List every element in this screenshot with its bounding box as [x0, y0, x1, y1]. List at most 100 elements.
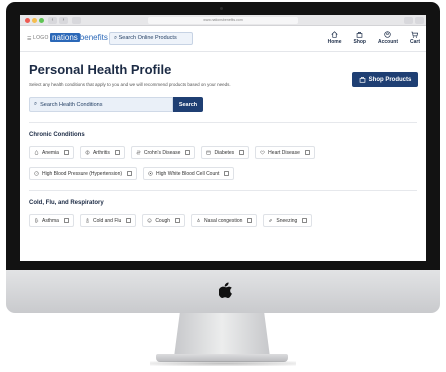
share-icon[interactable]	[404, 17, 413, 24]
condition-row: Asthma Cold and Flu Cough Nasal congesti…	[29, 214, 417, 227]
condition-row: Anemia Arthritis Crohn's Disease Diabete…	[29, 146, 417, 159]
checkbox[interactable]	[247, 218, 253, 223]
menu-icon[interactable]: ☰	[27, 36, 31, 42]
condition-cough[interactable]: Cough	[142, 214, 186, 227]
monitor-screen: ‹ › www.nationsbenefits.com ☰ LOGO natio…	[20, 15, 426, 261]
address-bar[interactable]: www.nationsbenefits.com	[148, 17, 298, 24]
condition-row: High Blood Pressure (Hypertension) High …	[29, 167, 417, 180]
checkbox[interactable]	[114, 150, 120, 155]
divider	[29, 122, 417, 123]
nav-shop[interactable]: Shop	[353, 31, 366, 45]
sidebar-icon[interactable]	[72, 17, 81, 24]
condition-search: ⌕ Search Health Conditions Search	[29, 97, 417, 112]
checkbox[interactable]	[127, 171, 133, 176]
intestine-icon	[136, 150, 141, 155]
condition-heart-disease[interactable]: Heart Disease	[255, 146, 315, 159]
condition-crohns[interactable]: Crohn's Disease	[130, 146, 196, 159]
apple-logo-icon	[219, 282, 232, 298]
thermometer-icon	[86, 218, 89, 223]
section-title-respiratory: Cold, Flu, and Respiratory	[29, 200, 104, 206]
search-icon: ⌕	[34, 101, 38, 107]
cart-icon	[411, 31, 419, 38]
checkbox[interactable]	[126, 218, 132, 223]
close-window-button[interactable]	[25, 18, 30, 23]
back-icon[interactable]: ‹	[48, 17, 57, 24]
condition-diabetes[interactable]: Diabetes	[201, 146, 250, 159]
condition-label: Crohn's Disease	[143, 149, 181, 156]
gauge-icon	[34, 171, 39, 176]
checkbox[interactable]	[302, 218, 308, 223]
browser-toolbar: ‹ › www.nationsbenefits.com	[20, 15, 426, 26]
inhaler-icon	[35, 218, 39, 223]
shop-products-label: Shop Products	[368, 76, 412, 83]
forward-icon[interactable]: ›	[59, 17, 68, 24]
condition-label: High White Blood Cell Count	[156, 170, 220, 177]
brand-logo[interactable]: nations benefits	[50, 33, 108, 42]
condition-high-blood-pressure[interactable]: High Blood Pressure (Hypertension)	[29, 167, 138, 180]
nav-home-label: Home	[327, 39, 342, 45]
bag-icon	[359, 77, 365, 83]
condition-cold-flu[interactable]: Cold and Flu	[79, 214, 137, 227]
checkbox[interactable]	[185, 150, 191, 155]
health-profile-main: Personal Health Profile Select any healt…	[20, 62, 426, 227]
cough-icon	[147, 218, 152, 223]
condition-arthritis[interactable]: Arthritis	[79, 146, 125, 159]
checkbox[interactable]	[224, 171, 230, 176]
sneeze-icon	[269, 218, 273, 223]
search-icon: ⌕	[114, 35, 118, 41]
logo-placeholder[interactable]: LOGO	[33, 35, 49, 41]
tabs-icon[interactable]	[415, 17, 424, 24]
condition-anemia[interactable]: Anemia	[29, 146, 74, 159]
nose-icon	[197, 218, 200, 223]
bag-icon	[356, 32, 363, 38]
checkbox[interactable]	[175, 218, 181, 223]
stand-shadow	[150, 361, 296, 366]
condition-label: Asthma	[42, 217, 59, 224]
heart-icon	[260, 150, 265, 155]
search-health-conditions-input[interactable]: ⌕ Search Health Conditions	[29, 97, 173, 112]
nav-account-label: Account	[377, 39, 398, 45]
condition-label: Sneezing	[276, 217, 298, 224]
zoom-window-button[interactable]	[39, 18, 44, 23]
condition-label: Arthritis	[92, 149, 110, 156]
search-online-products-input[interactable]: ⌕ Search Online Products	[109, 32, 193, 45]
minimize-window-button[interactable]	[32, 18, 37, 23]
header-nav: Home Shop Account Cart	[328, 31, 420, 45]
joint-icon	[85, 150, 90, 155]
checkbox[interactable]	[63, 218, 69, 223]
brand-rest: benefits	[79, 33, 108, 42]
home-icon	[331, 31, 338, 38]
calendar-icon	[206, 150, 211, 155]
nav-account[interactable]: Account	[378, 31, 398, 45]
divider	[29, 190, 417, 191]
nav-cart-label: Cart	[409, 39, 420, 45]
condition-nasal-congestion[interactable]: Nasal congestion	[191, 214, 258, 227]
checkbox[interactable]	[304, 150, 310, 155]
condition-label: Cold and Flu	[92, 217, 122, 224]
condition-sneezing[interactable]: Sneezing	[263, 214, 313, 227]
checkbox[interactable]	[63, 150, 69, 155]
cell-icon	[148, 171, 153, 176]
site-header: ☰ LOGO nations benefits ⌕ Search Online P…	[20, 26, 426, 52]
condition-label: Heart Disease	[268, 149, 300, 156]
nav-cart[interactable]: Cart	[410, 31, 420, 45]
search-button[interactable]: Search	[173, 97, 203, 112]
nav-home[interactable]: Home	[327, 31, 342, 45]
condition-asthma[interactable]: Asthma	[29, 214, 74, 227]
shop-products-button[interactable]: Shop Products	[352, 72, 418, 87]
account-icon	[384, 31, 392, 38]
condition-label: Nasal congestion	[204, 217, 243, 224]
section-title-chronic: Chronic Conditions	[29, 132, 85, 138]
monitor-stand-neck	[174, 313, 270, 357]
condition-search-placeholder: Search Health Conditions	[40, 101, 103, 108]
condition-label: Anemia	[42, 149, 59, 156]
nav-shop-label: Shop	[353, 39, 366, 45]
search-placeholder: Search Online Products	[118, 35, 177, 41]
condition-label: Diabetes	[214, 149, 235, 156]
condition-label: High Blood Pressure (Hypertension)	[42, 170, 123, 177]
imac-scene: ‹ › www.nationsbenefits.com ☰ LOGO natio…	[0, 0, 446, 372]
checkbox[interactable]	[239, 150, 245, 155]
condition-high-wbc[interactable]: High White Blood Cell Count	[143, 167, 235, 180]
condition-label: Cough	[155, 217, 171, 224]
brand-highlight: nations	[50, 33, 80, 42]
